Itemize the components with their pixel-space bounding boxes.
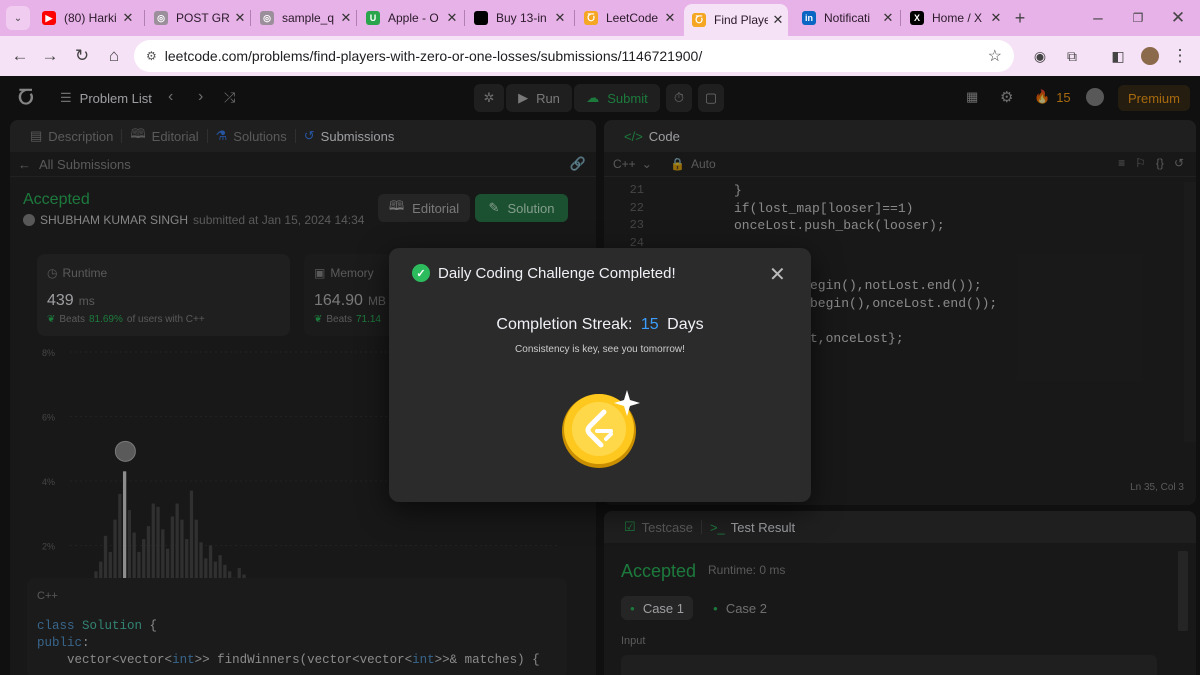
close-tab-icon[interactable]: ✕ bbox=[230, 10, 250, 26]
screenshot-icon[interactable]: ◉ bbox=[1028, 44, 1052, 68]
tab-title: (80) Harki bbox=[64, 11, 117, 25]
close-tab-icon[interactable]: ✕ bbox=[660, 10, 680, 26]
close-tab-icon[interactable]: ✕ bbox=[118, 10, 138, 26]
tab-title: sample_q bbox=[282, 11, 335, 25]
extensions-icon[interactable]: ⧉ bbox=[1060, 44, 1084, 68]
browser-tab[interactable]: ▶ (80) Harki ✕ bbox=[34, 4, 138, 32]
back-icon[interactable]: ← bbox=[8, 44, 32, 68]
tab-title: Apple - O bbox=[388, 11, 439, 25]
youtube-icon: ▶ bbox=[42, 11, 56, 25]
check-circle-icon: ✓ bbox=[412, 264, 430, 282]
tab-search-button[interactable]: ⌄ bbox=[6, 6, 30, 30]
linkedin-icon: in bbox=[802, 11, 816, 25]
minimize-button[interactable]: – bbox=[1086, 6, 1110, 30]
tab-title: Notificati bbox=[824, 11, 871, 25]
tab-title: LeetCode bbox=[606, 11, 659, 25]
x-icon: X bbox=[910, 11, 924, 25]
bookmark-star-icon[interactable]: ☆ bbox=[988, 46, 1002, 66]
browser-tab[interactable]: Ⴀ Find Playe ✕ bbox=[684, 4, 788, 36]
close-tab-icon[interactable]: ✕ bbox=[986, 10, 1006, 26]
profile-avatar[interactable] bbox=[1138, 44, 1162, 68]
url-text: leetcode.com/problems/find-players-with-… bbox=[164, 48, 703, 64]
tab-title: Home / X bbox=[932, 11, 983, 25]
close-tab-icon[interactable]: ✕ bbox=[550, 10, 570, 26]
leetcode-coin-icon bbox=[562, 390, 640, 468]
browser-tab[interactable]: Ⴀ LeetCode ✕ bbox=[576, 4, 680, 32]
close-tab-icon[interactable]: ✕ bbox=[442, 10, 462, 26]
menu-icon[interactable]: ⋮ bbox=[1168, 44, 1192, 68]
tab-title: Buy 13-in bbox=[496, 11, 547, 25]
home-icon[interactable]: ⌂ bbox=[102, 44, 126, 68]
browser-tab[interactable]: ◎ POST GRA✕ bbox=[146, 4, 250, 32]
tab-title: Find Playe bbox=[714, 13, 768, 27]
browser-tab-strip: ⌄ ▶(80) Harki✕◎POST GRA✕◎sample_q✕UApple… bbox=[0, 0, 1200, 36]
udemy-icon: U bbox=[366, 11, 380, 25]
close-tab-icon[interactable]: ✕ bbox=[336, 10, 356, 26]
url-bar[interactable]: ⚙ leetcode.com/problems/find-players-wit… bbox=[134, 40, 1014, 72]
browser-toolbar: ← → ↻ ⌂ ⚙ leetcode.com/problems/find-pla… bbox=[0, 36, 1200, 76]
close-tab-icon[interactable]: ✕ bbox=[768, 12, 788, 28]
browser-tab[interactable]: Buy 13-in ✕ bbox=[466, 4, 570, 32]
reload-icon[interactable]: ↻ bbox=[70, 44, 94, 68]
modal-message: Consistency is key, see you tomorrow! bbox=[515, 344, 685, 355]
leetcode-icon: Ⴀ bbox=[692, 13, 706, 27]
close-icon[interactable]: ✕ bbox=[769, 262, 786, 287]
streak-line: Completion Streak: 15 Days bbox=[496, 316, 704, 333]
browser-tab[interactable]: ◎ sample_q ✕ bbox=[252, 4, 356, 32]
tab-title: POST GRA bbox=[176, 11, 230, 25]
close-tab-icon[interactable]: ✕ bbox=[878, 10, 898, 26]
restore-button[interactable]: ❐ bbox=[1126, 6, 1150, 30]
globe-icon: ◎ bbox=[154, 11, 168, 25]
browser-tab[interactable]: U Apple - O ✕ bbox=[358, 4, 462, 32]
site-info-icon[interactable]: ⚙ bbox=[146, 49, 157, 63]
browser-tab[interactable]: in Notificati ✕ bbox=[794, 4, 898, 32]
close-window-button[interactable]: ✕ bbox=[1166, 6, 1190, 30]
new-tab-button[interactable]: + bbox=[1008, 6, 1032, 30]
browser-tab[interactable]: X Home / X ✕ bbox=[902, 4, 1006, 32]
globe-icon: ◎ bbox=[260, 11, 274, 25]
apple-icon bbox=[474, 11, 488, 25]
forward-icon[interactable]: → bbox=[38, 44, 62, 68]
modal-title: Daily Coding Challenge Completed! bbox=[438, 265, 676, 282]
leetcode-icon: Ⴀ bbox=[584, 11, 598, 25]
sidepanel-icon[interactable]: ◧ bbox=[1106, 44, 1130, 68]
daily-challenge-modal: ✓ Daily Coding Challenge Completed! ✕ Co… bbox=[389, 248, 811, 502]
